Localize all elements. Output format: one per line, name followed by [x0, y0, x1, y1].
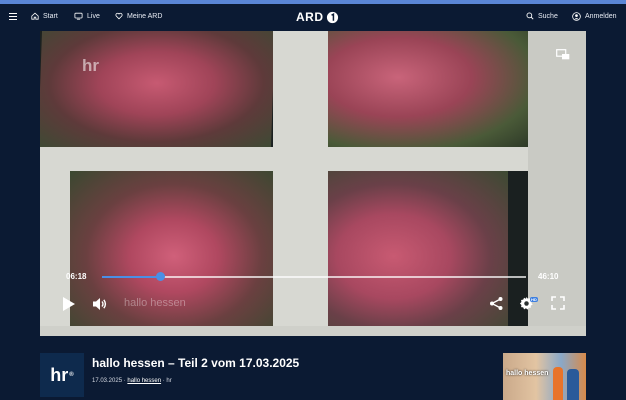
video-frame-flower	[300, 171, 508, 326]
fullscreen-icon	[551, 296, 565, 310]
hd-badge: HD	[530, 297, 538, 302]
share-icon	[490, 297, 503, 310]
related-video-thumbnail[interactable]: hallo hessen	[503, 353, 586, 400]
registered-mark: ®	[69, 372, 74, 378]
pip-button[interactable]	[556, 47, 570, 60]
home-icon	[31, 12, 39, 20]
meta-separator: ·	[123, 378, 126, 384]
video-frame-wall	[40, 326, 586, 336]
video-meta: 17.03.2025 · hallo hessen · hr	[92, 378, 172, 384]
nav-live-label: Live	[87, 12, 100, 20]
current-time: 06:18	[66, 272, 87, 281]
menu-icon[interactable]	[9, 13, 17, 21]
search-icon	[526, 12, 534, 20]
video-player[interactable]: hr 06:18 46:10 hallo hessen HD	[40, 31, 586, 336]
channel-logo[interactable]: hr ®	[40, 353, 84, 397]
ard-one-icon	[326, 11, 338, 23]
nav-search-label: Suche	[538, 12, 558, 20]
thumbnail-person	[553, 367, 563, 400]
play-icon	[63, 297, 75, 311]
video-frame-flower	[328, 31, 528, 147]
video-frame-wall	[278, 171, 300, 336]
video-frame-wall	[40, 147, 586, 171]
video-info: hr ® hallo hessen – Teil 2 vom 17.03.2025…	[0, 336, 626, 400]
thumbnail-person	[567, 369, 579, 400]
progress-fill	[102, 276, 161, 278]
video-date: 17.03.2025	[92, 378, 123, 384]
share-button[interactable]	[489, 296, 504, 316]
channel-logo-text: hr	[50, 364, 69, 385]
progress-handle[interactable]	[155, 272, 165, 281]
ard-logo-text: ARD	[296, 10, 324, 24]
user-icon	[572, 12, 581, 21]
ard-logo[interactable]: ARD	[296, 10, 339, 24]
top-navigation: Start Live Meine ARD ARD Suche Anmelden	[0, 4, 626, 31]
nav-login-label: Anmelden	[585, 13, 617, 20]
nav-live[interactable]: Live	[74, 12, 100, 20]
meta-separator: ·	[162, 378, 165, 384]
progress-track[interactable]	[102, 276, 526, 278]
pip-icon	[556, 49, 570, 60]
volume-icon	[93, 298, 107, 310]
volume-button[interactable]	[92, 296, 108, 317]
heart-icon	[115, 12, 123, 20]
video-frame-flower	[40, 31, 276, 147]
nav-start-label: Start	[43, 12, 58, 20]
nav-search[interactable]: Suche	[526, 12, 558, 20]
nav-start[interactable]: Start	[31, 12, 58, 20]
play-button[interactable]	[62, 296, 76, 317]
nav-meine-ard[interactable]: Meine ARD	[115, 12, 162, 20]
total-time: 46:10	[538, 272, 559, 281]
video-channel: hr	[166, 378, 172, 384]
fullscreen-button[interactable]	[551, 296, 565, 315]
channel-watermark: hr	[82, 56, 99, 75]
video-frame-wall	[528, 31, 586, 336]
video-overlay-title: hallo hessen	[124, 297, 186, 309]
show-link[interactable]: hallo hessen	[127, 378, 161, 384]
video-title: hallo hessen – Teil 2 vom 17.03.2025	[92, 356, 300, 370]
nav-meine-label: Meine ARD	[127, 12, 163, 20]
nav-login[interactable]: Anmelden	[572, 12, 617, 21]
tv-icon	[74, 12, 83, 20]
thumbnail-label: hallo hessen	[506, 370, 549, 377]
